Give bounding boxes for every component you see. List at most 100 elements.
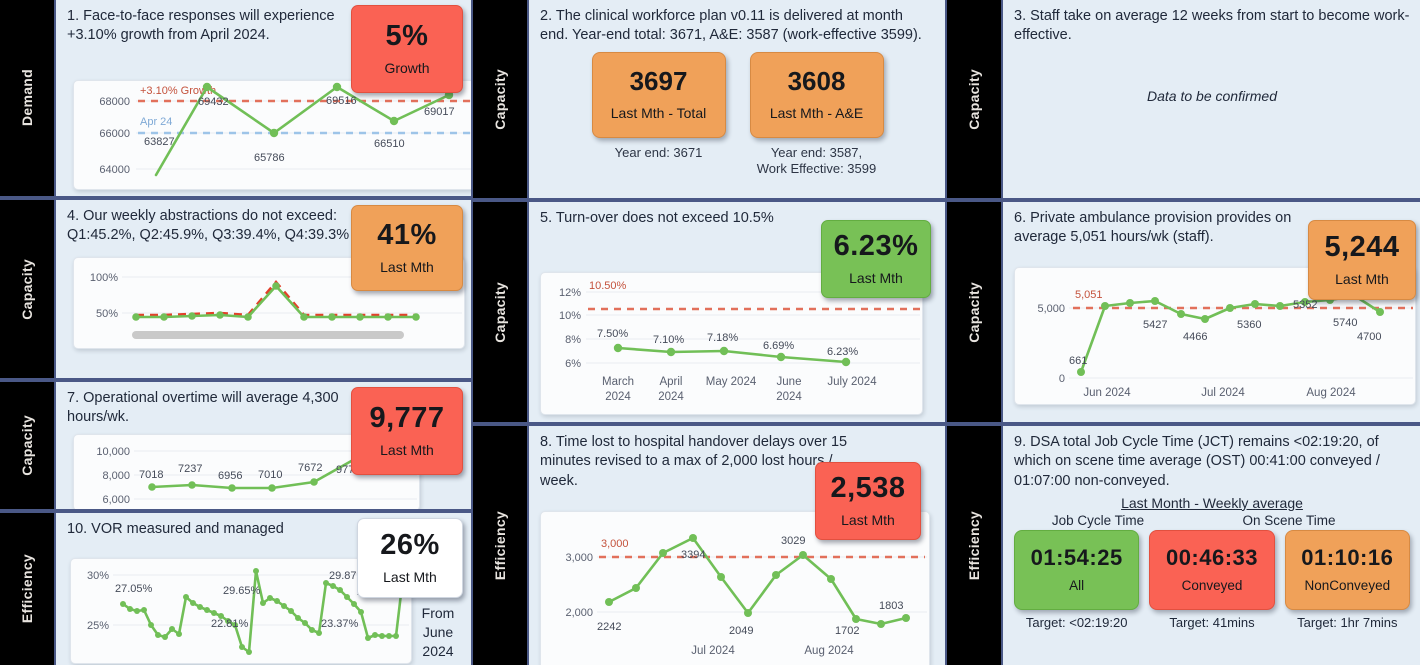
svg-text:50%: 50%	[96, 308, 118, 320]
panel-1-kpi-label: Growth	[384, 60, 430, 76]
svg-text:68000: 68000	[99, 96, 130, 108]
rail-label-capacity-3: Capacity	[492, 68, 508, 130]
panel-10-title: 10. VOR measured and managed	[67, 521, 284, 537]
panel-9-tile-all[interactable]: 01:54:25 All	[1014, 529, 1140, 610]
rail-label-efficiency-3: Efficiency	[966, 510, 982, 581]
dashboard-column-3: Capacity 3. Staff take on average 12 wee…	[947, 0, 1420, 665]
panel-1-kpi[interactable]: 5% Growth	[351, 5, 463, 93]
svg-text:69516: 69516	[326, 95, 357, 107]
panel-2-tile-total-caption: Last Mth - Total	[610, 105, 707, 122]
svg-text:5352: 5352	[1293, 299, 1317, 311]
panel-2-tile-ae-box[interactable]: 3608 Last Mth - A&E	[749, 51, 884, 138]
svg-text:7018: 7018	[139, 469, 163, 481]
panel-2-tiles: 3697 Last Mth - Total Year end: 3671 360…	[540, 51, 935, 179]
panel-8-body: 8. Time lost to hospital handover delays…	[529, 426, 947, 665]
svg-text:66000: 66000	[99, 128, 130, 140]
panel-6-title: 6. Private ambulance provision provides …	[1014, 210, 1292, 246]
panel-4[interactable]: Capacity 4. Our weekly abstractions do n…	[0, 198, 473, 380]
panel-7-kpi[interactable]: 9,777 Last Mth	[351, 387, 463, 475]
panel-10[interactable]: Efficiency 10. VOR measured and managed …	[0, 511, 473, 665]
panel-2-tile-total-note: Year end: 3671	[614, 144, 703, 160]
panel-7[interactable]: Capacity 7. Operational overtime will av…	[0, 380, 473, 511]
panel-9-tiles: 01:54:25 All 00:46:33 Conveyed 01:10:16 …	[1014, 529, 1410, 610]
rail-capacity-5: Capacity	[947, 0, 1003, 198]
svg-text:27.05%: 27.05%	[115, 583, 153, 595]
panel-3-placeholder: Data to be confirmed	[1147, 87, 1277, 104]
rail-label-capacity-6: Capacity	[966, 281, 982, 343]
panel-2[interactable]: Capacity 2. The clinical workforce plan …	[473, 0, 947, 200]
svg-text:June: June	[777, 376, 802, 388]
svg-text:7672: 7672	[298, 462, 322, 474]
panel-9-tile-nonconveyed-value: 01:10:16	[1301, 544, 1394, 570]
svg-text:Jul 2024: Jul 2024	[691, 645, 735, 657]
rail-capacity-1: Capacity	[0, 200, 56, 378]
panel-3[interactable]: Capacity 3. Staff take on average 12 wee…	[947, 0, 1420, 200]
panel-2-title: 2. The clinical workforce plan v0.11 is …	[540, 8, 922, 44]
panel-5-title: 5. Turn-over does not exceed 10.5%	[540, 210, 774, 226]
panel-6[interactable]: Capacity 6. Private ambulance provision …	[947, 200, 1420, 424]
svg-text:Aug 2024: Aug 2024	[1306, 387, 1356, 399]
svg-text:6956: 6956	[218, 470, 242, 482]
panel-4-kpi-label: Last Mth	[380, 259, 434, 275]
panel-8-kpi[interactable]: 2,538 Last Mth	[815, 462, 921, 540]
rail-efficiency-1: Efficiency	[0, 513, 56, 665]
panel-9-tile-conveyed[interactable]: 00:46:33 Conveyed	[1149, 529, 1275, 610]
panel-1[interactable]: Demand 1. Face-to-face responses will ex…	[0, 0, 473, 198]
dashboard-column-2: Capacity 2. The clinical workforce plan …	[473, 0, 947, 665]
panel-9-tile-all-caption: All	[1069, 577, 1085, 593]
svg-text:661: 661	[1069, 355, 1087, 367]
rail-label-capacity-1: Capacity	[19, 258, 35, 320]
panel-6-kpi[interactable]: 5,244 Last Mth	[1308, 220, 1416, 300]
panel-4-body: 4. Our weekly abstractions do not exceed…	[56, 200, 473, 378]
svg-text:3,000: 3,000	[565, 552, 593, 564]
panel-9[interactable]: Efficiency 9. DSA total Job Cycle Time (…	[947, 424, 1420, 665]
svg-text:100%: 100%	[90, 272, 118, 284]
panel-2-tile-total[interactable]: 3697 Last Mth - Total Year end: 3671	[591, 51, 726, 179]
svg-text:4700: 4700	[1357, 331, 1381, 343]
panel-9-tile-conveyed-value: 00:46:33	[1165, 544, 1259, 570]
svg-text:July 2024: July 2024	[827, 376, 877, 388]
svg-text:12%: 12%	[559, 287, 581, 299]
panel-9-tile-all-value: 01:54:25	[1030, 544, 1123, 570]
panel-10-kpi[interactable]: 26% Last Mth	[357, 518, 463, 598]
panel-8[interactable]: Efficiency 8. Time lost to hospital hand…	[473, 424, 947, 665]
panel-5[interactable]: Capacity 5. Turn-over does not exceed 10…	[473, 200, 947, 424]
panel-9-header-jct: Job Cycle Time	[1051, 512, 1145, 528]
panel-2-tile-ae[interactable]: 3608 Last Mth - A&E Year end: 3587, Work…	[749, 51, 884, 179]
svg-text:2024: 2024	[776, 391, 802, 403]
svg-text:22.81%: 22.81%	[211, 618, 249, 630]
svg-text:Jul 2024: Jul 2024	[1201, 387, 1245, 399]
dashboard-column-1: Demand 1. Face-to-face responses will ex…	[0, 0, 473, 665]
panel-5-kpi[interactable]: 6.23% Last Mth	[821, 220, 931, 298]
panel-7-kpi-value: 9,777	[369, 402, 445, 434]
svg-text:10.50%: 10.50%	[589, 280, 627, 292]
panel-9-target-nonconveyed: Target: 1hr 7mins	[1297, 614, 1398, 630]
svg-text:5,000: 5,000	[1037, 303, 1065, 315]
panel-3-body: 3. Staff take on average 12 weeks from s…	[1003, 0, 1420, 198]
svg-text:4466: 4466	[1183, 331, 1207, 343]
svg-text:2,000: 2,000	[565, 607, 593, 619]
panel-4-kpi[interactable]: 41% Last Mth	[351, 205, 463, 291]
panel-2-tile-total-box[interactable]: 3697 Last Mth - Total	[591, 51, 726, 138]
panel-9-target-all: Target: <02:19:20	[1025, 614, 1128, 630]
svg-text:10%: 10%	[559, 310, 581, 322]
chart-1-card[interactable]: 68000 66000 64000 +3.10% Growth Apr 24 6…	[73, 80, 471, 190]
svg-text:3,000: 3,000	[601, 538, 629, 550]
svg-text:5,051: 5,051	[1075, 289, 1103, 301]
svg-text:7.50%: 7.50%	[597, 328, 628, 340]
svg-text:7237: 7237	[178, 463, 202, 475]
panel-9-header-ost: On Scene Time	[1242, 512, 1336, 528]
svg-text:69432: 69432	[198, 96, 229, 108]
panel-10-kpi-label: Last Mth	[383, 569, 437, 585]
rail-label-capacity-2: Capacity	[19, 415, 35, 476]
panel-5-kpi-label: Last Mth	[849, 270, 903, 286]
svg-text:Aug 2024: Aug 2024	[804, 645, 854, 657]
panel-9-target-conveyed: Target: 41mins	[1169, 614, 1255, 630]
svg-text:69017: 69017	[424, 106, 455, 118]
svg-text:65786: 65786	[254, 152, 285, 164]
chart-1: 68000 66000 64000 +3.10% Growth Apr 24 6…	[99, 82, 471, 177]
panel-9-group-headers: Job Cycle Time On Scene Time	[1014, 513, 1410, 528]
panel-9-tile-nonconveyed[interactable]: 01:10:16 NonConveyed	[1284, 529, 1410, 610]
panel-9-title: 9. DSA total Job Cycle Time (JCT) remain…	[1014, 434, 1380, 489]
panel-6-kpi-value: 5,244	[1324, 231, 1400, 263]
